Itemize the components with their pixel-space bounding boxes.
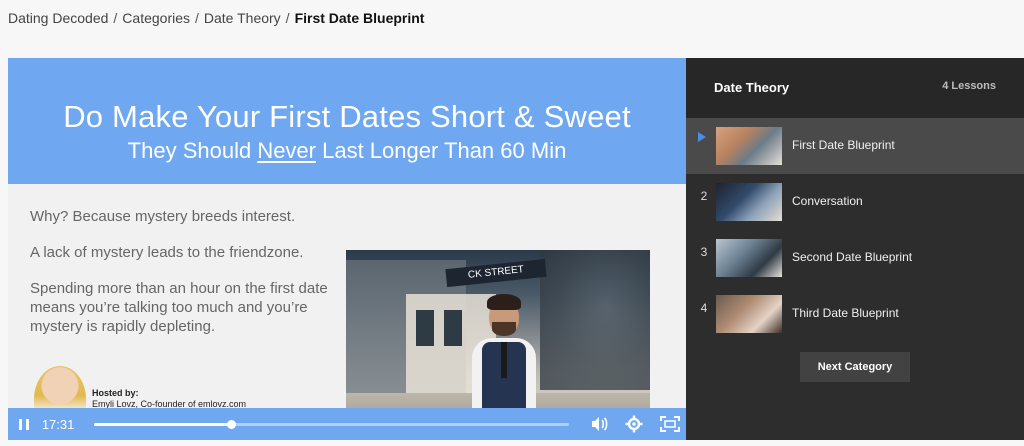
slide-paragraph: Why? Because mystery breeds interest. bbox=[30, 208, 296, 225]
lesson-title: First Date Blueprint bbox=[792, 138, 895, 152]
man-hair bbox=[487, 294, 521, 310]
progress-bar[interactable] bbox=[93, 419, 569, 429]
slide-paragraph: A lack of mystery leads to the friendzon… bbox=[30, 244, 304, 261]
volume-icon[interactable] bbox=[583, 408, 615, 440]
gear-icon[interactable] bbox=[618, 408, 650, 440]
lesson-number: 4 bbox=[700, 301, 708, 315]
slide-title: Do Make Your First Dates Short & Sweet bbox=[63, 99, 631, 134]
video-player[interactable]: Do Make Your First Dates Short & Sweet T… bbox=[8, 58, 686, 440]
slide-subtitle-end: Last Longer Than 60 Min bbox=[316, 138, 567, 163]
breadcrumb-separator: / bbox=[285, 10, 290, 26]
lesson-thumbnail bbox=[716, 239, 782, 277]
host-label: Hosted by: bbox=[92, 388, 139, 398]
breadcrumb-categories[interactable]: Categories bbox=[122, 10, 190, 26]
lesson-count: 4 Lessons bbox=[942, 80, 996, 92]
lesson-item-conversation[interactable]: 2 Conversation bbox=[686, 174, 1024, 230]
slide-subtitle-emphasis: Never bbox=[257, 138, 316, 163]
lesson-thumbnail bbox=[716, 183, 782, 221]
current-time: 17:31 bbox=[41, 416, 75, 432]
breadcrumb-separator: / bbox=[195, 10, 199, 26]
lesson-item-first-date-blueprint[interactable]: First Date Blueprint bbox=[686, 118, 1024, 174]
lesson-title: Third Date Blueprint bbox=[792, 306, 899, 320]
man-beard bbox=[492, 322, 516, 336]
lesson-item-second-date-blueprint[interactable]: 3 Second Date Blueprint bbox=[686, 230, 1024, 286]
sidebar-title: Date Theory bbox=[714, 80, 790, 95]
slide-subtitle-start: They Should bbox=[127, 138, 258, 163]
slide-paragraph: Spending more than an hour on the first … bbox=[30, 280, 328, 335]
player-controls: 17:31 bbox=[8, 408, 686, 440]
pause-icon[interactable] bbox=[8, 408, 40, 440]
lesson-thumbnail bbox=[716, 295, 782, 333]
lesson-title: Conversation bbox=[792, 194, 863, 208]
slide-header: Do Make Your First Dates Short & Sweet T… bbox=[8, 58, 686, 184]
progress-fill bbox=[93, 422, 232, 426]
photo-window bbox=[444, 310, 462, 346]
man-tie bbox=[501, 342, 507, 378]
breadcrumb-separator: / bbox=[113, 10, 118, 26]
breadcrumb: Dating Decoded / Categories / Date Theor… bbox=[8, 10, 424, 26]
breadcrumb-current: First Date Blueprint bbox=[294, 10, 425, 26]
now-playing-icon bbox=[698, 132, 706, 142]
sidebar-header: Date Theory 4 Lessons bbox=[686, 58, 1024, 120]
breadcrumb-dating-decoded[interactable]: Dating Decoded bbox=[8, 10, 108, 26]
fullscreen-icon[interactable] bbox=[654, 408, 686, 440]
lesson-number: 2 bbox=[700, 189, 708, 203]
breadcrumb-date-theory[interactable]: Date Theory bbox=[204, 10, 281, 26]
slide-subtitle: They Should Never Last Longer Than 60 Mi… bbox=[8, 138, 686, 164]
photo-tree bbox=[540, 250, 650, 390]
course-page: Dating Decoded / Categories / Date Theor… bbox=[0, 0, 1024, 446]
lesson-number: 3 bbox=[700, 245, 708, 259]
progress-handle[interactable] bbox=[226, 419, 236, 429]
lesson-sidebar: Date Theory 4 Lessons First Date Bluepri… bbox=[686, 58, 1024, 440]
photo-window bbox=[416, 310, 434, 346]
lesson-thumbnail bbox=[716, 127, 782, 165]
next-category-button[interactable]: Next Category bbox=[800, 352, 910, 382]
lesson-item-third-date-blueprint[interactable]: 4 Third Date Blueprint bbox=[686, 286, 1024, 342]
lesson-title: Second Date Blueprint bbox=[792, 250, 913, 264]
